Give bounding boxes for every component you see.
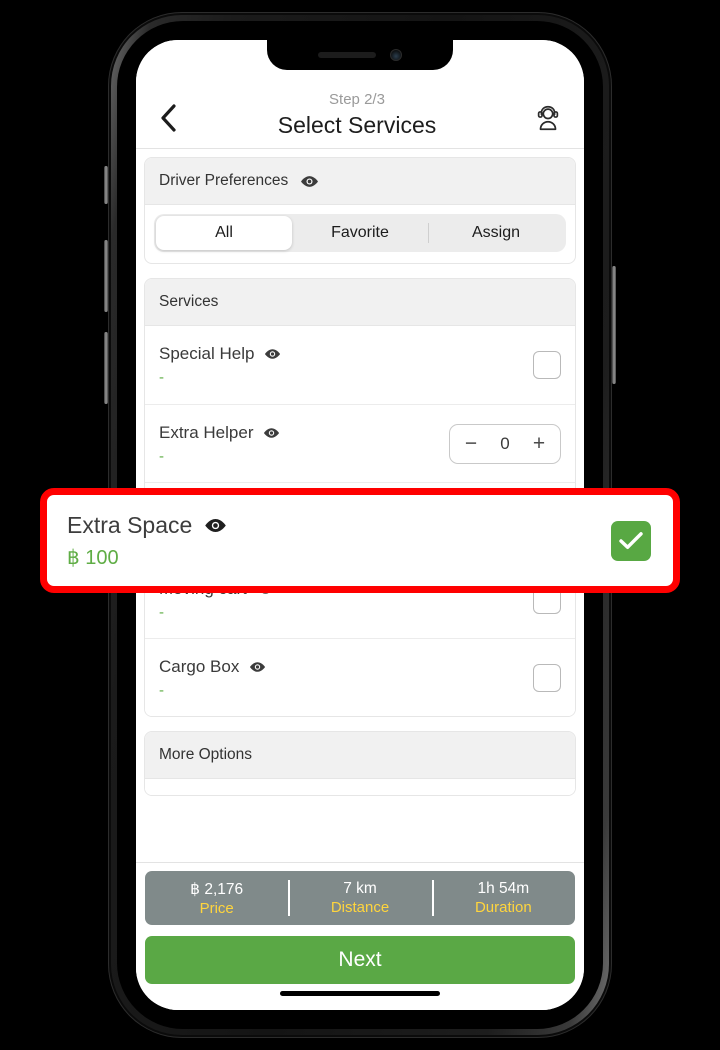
summary-duration-value: 1h 54m <box>477 880 530 897</box>
more-options-body <box>145 779 575 795</box>
eye-icon[interactable] <box>264 348 281 360</box>
summary-duration: 1h 54m Duration <box>431 871 575 925</box>
service-title: Extra Helper <box>159 422 254 442</box>
service-title-line: Special Help <box>159 344 281 364</box>
volume-up-button[interactable] <box>104 240 108 312</box>
segment-all-label: All <box>215 224 233 241</box>
driver-preferences-header: Driver Preferences <box>145 158 575 205</box>
service-title-line: Cargo Box <box>159 657 266 677</box>
bottom-bar: ฿ 2,176 Price 7 km Distance 1h 54m Durat… <box>136 862 584 1010</box>
next-button-label: Next <box>338 948 382 971</box>
service-price: - <box>159 603 164 621</box>
next-button[interactable]: Next <box>145 936 575 984</box>
back-button[interactable] <box>152 96 186 140</box>
summary-bar: ฿ 2,176 Price 7 km Distance 1h 54m Durat… <box>145 871 575 925</box>
service-price: - <box>159 447 164 465</box>
check-icon <box>619 531 643 549</box>
chevron-left-icon <box>161 104 176 132</box>
more-options-header: More Options <box>145 732 575 779</box>
eye-icon[interactable] <box>300 175 319 188</box>
service-row-extra-helper[interactable]: Extra Helper - − 0 + <box>145 404 575 482</box>
driver-preferences-card: Driver Preferences All Favorite Assign <box>144 157 576 264</box>
highlighted-extra-space-row[interactable]: Extra Space ฿ 100 <box>40 488 680 593</box>
service-title: Cargo Box <box>159 656 240 676</box>
page-title: Select Services <box>277 112 437 138</box>
service-title: Special Help <box>159 344 255 363</box>
highlight-title-line: Extra Space <box>67 512 227 539</box>
highlight-checkbox[interactable] <box>611 520 651 561</box>
highlight-title: Extra Space <box>67 511 193 538</box>
stepper-value: 0 <box>500 433 510 453</box>
power-button[interactable] <box>612 266 616 384</box>
service-price: - <box>159 681 164 699</box>
segment-favorite-label: Favorite <box>331 224 389 241</box>
segment-all[interactable]: All <box>156 216 292 250</box>
summary-price-value: ฿ 2,176 <box>190 880 244 898</box>
support-button[interactable] <box>528 96 568 140</box>
service-title-line: Extra Helper <box>159 423 280 443</box>
highlight-left: Extra Space ฿ 100 <box>67 512 227 570</box>
quantity-stepper[interactable]: − 0 + <box>449 423 561 464</box>
eye-icon[interactable] <box>204 518 227 533</box>
service-left: Extra Helper - <box>159 423 280 465</box>
service-row-cargo-box[interactable]: Cargo Box - <box>145 638 575 716</box>
service-left: Special Help - <box>159 344 281 386</box>
silent-switch-button[interactable] <box>104 166 108 204</box>
stepper-plus-button[interactable]: + <box>529 433 549 454</box>
summary-duration-label: Duration <box>474 899 532 916</box>
summary-distance-value: 7 km <box>343 880 377 897</box>
support-agent-icon <box>537 105 559 131</box>
service-left: Cargo Box - <box>159 657 266 699</box>
screenshot-stage: Step 2/3 Select Services Driver Preferen… <box>0 0 720 1050</box>
eye-icon[interactable] <box>249 661 266 673</box>
service-price: - <box>159 369 164 386</box>
services-header: Services <box>145 279 575 326</box>
service-row-special-help[interactable]: Special Help - <box>145 326 575 404</box>
step-label: Step 2/3 <box>329 91 385 108</box>
summary-distance: 7 km Distance <box>288 871 431 925</box>
summary-distance-label: Distance <box>330 899 390 916</box>
services-title: Services <box>159 293 219 310</box>
summary-price-label: Price <box>199 899 234 917</box>
more-options-title: More Options <box>159 746 253 763</box>
home-indicator <box>280 991 440 996</box>
driver-preferences-segmented-control[interactable]: All Favorite Assign <box>154 214 566 252</box>
stepper-minus-button[interactable]: − <box>461 433 481 454</box>
service-checkbox[interactable] <box>533 351 561 379</box>
front-camera-icon <box>390 49 402 61</box>
notch <box>267 40 453 70</box>
more-options-card[interactable]: More Options <box>144 731 576 796</box>
highlight-price: ฿ 100 <box>67 546 119 569</box>
segment-assign-label: Assign <box>471 224 521 241</box>
volume-down-button[interactable] <box>104 332 108 404</box>
segment-favorite[interactable]: Favorite <box>292 216 428 250</box>
header-titles: Step 2/3 Select Services <box>186 90 528 140</box>
segment-assign[interactable]: Assign <box>428 216 564 250</box>
service-checkbox[interactable] <box>533 663 561 692</box>
driver-preferences-title: Driver Preferences <box>159 172 289 189</box>
eye-icon[interactable] <box>263 427 280 439</box>
speaker-grille-icon <box>318 52 376 58</box>
summary-price: ฿ 2,176 Price <box>145 871 288 925</box>
